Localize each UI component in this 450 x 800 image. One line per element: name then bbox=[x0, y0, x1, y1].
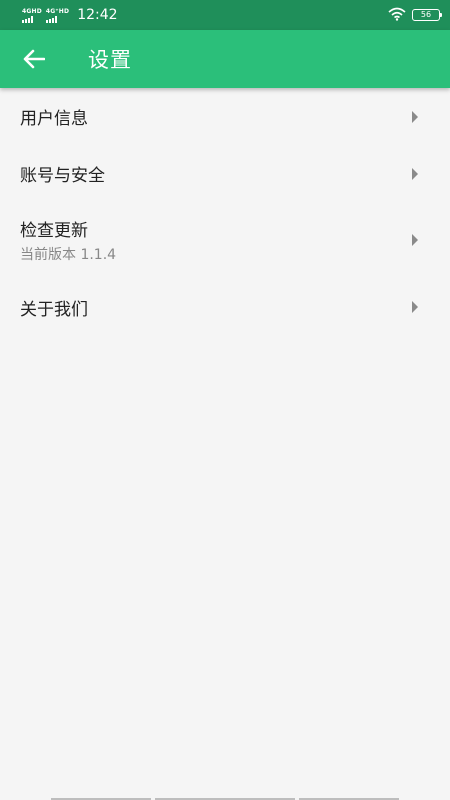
chevron-right-icon bbox=[412, 234, 418, 246]
chevron-right-icon bbox=[412, 110, 418, 123]
settings-item-label: 检查更新 bbox=[20, 221, 88, 241]
wifi-icon bbox=[388, 6, 406, 25]
version-text: 当前版本 1.1.4 bbox=[20, 247, 117, 263]
signal-indicator-2: 4G⁺HD bbox=[45, 7, 70, 23]
settings-list: 用户信息 账号与安全 检查更新 当前版本 1.1.4 关于我们 bbox=[0, 88, 450, 336]
settings-item-label: 账号与安全 bbox=[20, 166, 105, 186]
settings-item-user-info[interactable]: 用户信息 bbox=[0, 88, 450, 145]
arrow-left-icon bbox=[23, 49, 45, 69]
status-bar: 4GHD 4G⁺HD 12:42 56 bbox=[0, 0, 450, 30]
chevron-right-icon bbox=[412, 167, 418, 180]
settings-item-label: 用户信息 bbox=[20, 109, 88, 129]
status-time: 12:42 bbox=[77, 7, 118, 23]
settings-item-check-update[interactable]: 检查更新 当前版本 1.1.4 bbox=[0, 202, 450, 278]
signal-bars-icon bbox=[22, 15, 33, 23]
settings-item-label: 关于我们 bbox=[20, 299, 88, 320]
settings-item-about-us[interactable]: 关于我们 bbox=[0, 278, 450, 336]
battery-icon: 56 bbox=[412, 9, 442, 21]
network-type-label: 4GHD bbox=[22, 7, 42, 15]
settings-item-account-security[interactable]: 账号与安全 bbox=[0, 145, 450, 202]
app-bar: 设置 bbox=[0, 30, 450, 88]
page-title: 设置 bbox=[88, 48, 132, 72]
chevron-right-icon bbox=[412, 301, 418, 313]
signal-bars-icon bbox=[45, 15, 57, 23]
signal-indicator-1: 4GHD bbox=[22, 8, 42, 23]
back-button[interactable] bbox=[18, 43, 50, 75]
network-type-label: 4G⁺HD bbox=[45, 7, 70, 15]
